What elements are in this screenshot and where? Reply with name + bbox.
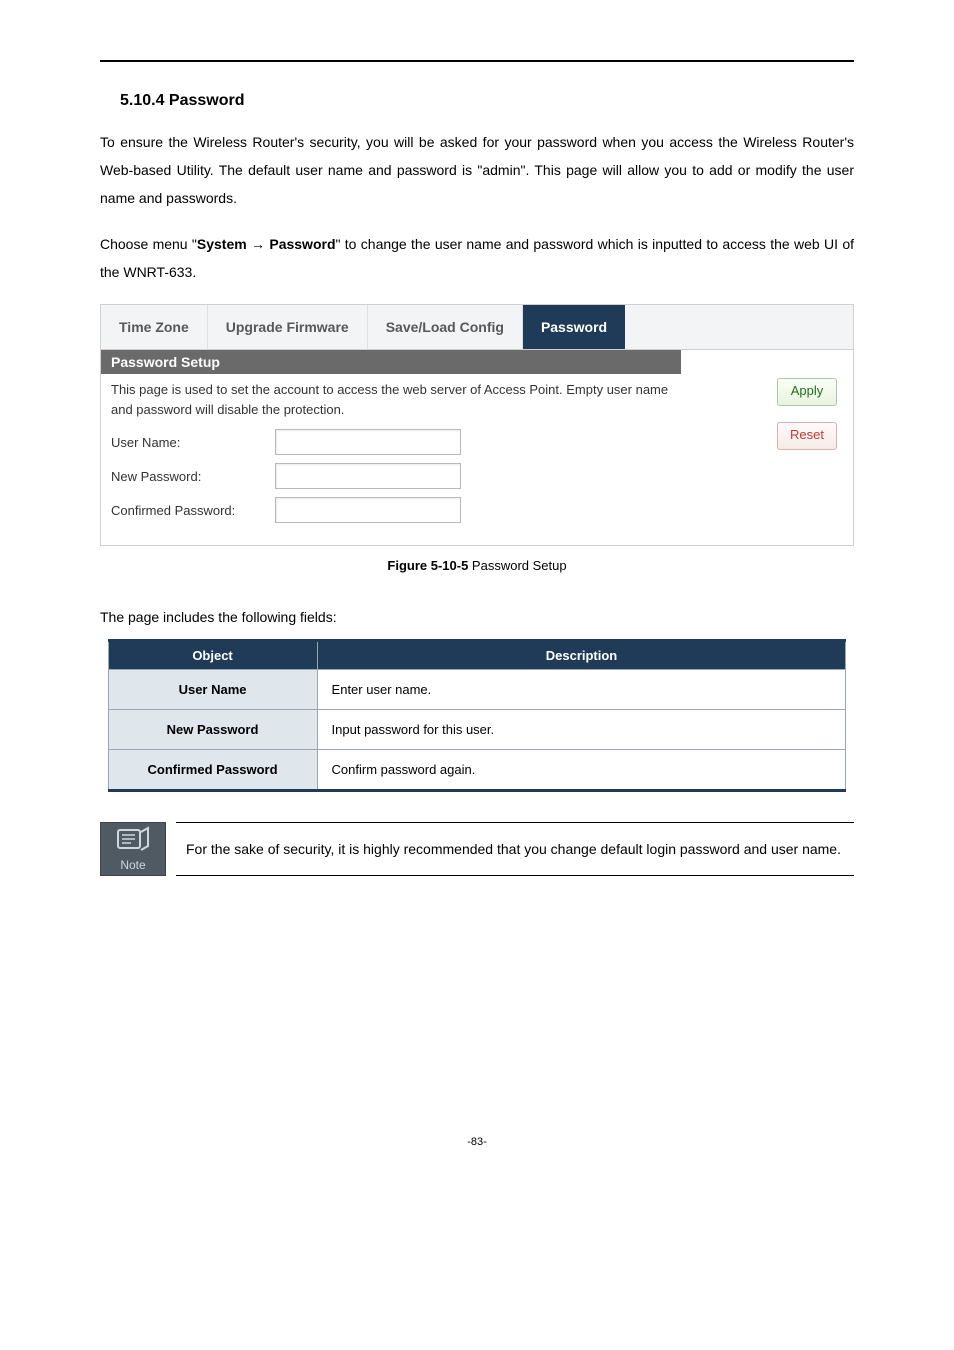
new-password-input[interactable] — [275, 463, 461, 489]
cell-description: Enter user name. — [317, 670, 846, 710]
intro-paragraph-1: To ensure the Wireless Router's security… — [100, 128, 854, 212]
reset-button[interactable]: Reset — [777, 422, 837, 450]
p2-password: Password — [269, 236, 335, 252]
apply-button[interactable]: Apply — [777, 378, 837, 406]
arrow-icon: → — [247, 236, 270, 252]
fields-intro: The page includes the following fields: — [100, 603, 854, 631]
top-rule — [100, 60, 854, 62]
page-number: -83- — [100, 1136, 854, 1148]
confirmed-password-input[interactable] — [275, 497, 461, 523]
confirmed-password-label: Confirmed Password: — [111, 503, 261, 518]
figure-number: Figure 5-10-5 — [387, 558, 468, 573]
intro-paragraph-2: Choose menu "System → Password" to chang… — [100, 230, 854, 286]
figure-caption: Figure 5-10-5 Password Setup — [100, 558, 854, 573]
table-row: New Password Input password for this use… — [108, 710, 846, 750]
new-password-label: New Password: — [111, 469, 261, 484]
th-description: Description — [317, 641, 846, 670]
tab-save-load-config[interactable]: Save/Load Config — [368, 305, 523, 349]
panel-title: Password Setup — [101, 350, 681, 374]
tab-password[interactable]: Password — [523, 305, 625, 349]
note-block: Note For the sake of security, it is hig… — [100, 822, 854, 876]
tab-upgrade-firmware[interactable]: Upgrade Firmware — [208, 305, 368, 349]
panel-description: This page is used to set the account to … — [111, 380, 671, 419]
cell-description: Input password for this user. — [317, 710, 846, 750]
user-name-input[interactable] — [275, 429, 461, 455]
p2-system: System — [197, 236, 247, 252]
password-setup-screenshot: Time Zone Upgrade Firmware Save/Load Con… — [100, 304, 854, 546]
p2-a: Choose menu " — [100, 236, 197, 252]
section-heading: 5.10.4 Password — [120, 92, 854, 110]
tab-time-zone[interactable]: Time Zone — [101, 305, 208, 349]
note-text: For the sake of security, it is highly r… — [186, 835, 841, 863]
th-object: Object — [108, 641, 317, 670]
fields-table: Object Description User Name Enter user … — [108, 639, 847, 792]
user-name-label: User Name: — [111, 435, 261, 450]
tab-bar: Time Zone Upgrade Firmware Save/Load Con… — [101, 305, 853, 350]
cell-object: New Password — [108, 710, 317, 750]
cell-object: Confirmed Password — [108, 750, 317, 791]
cell-description: Confirm password again. — [317, 750, 846, 791]
table-row: User Name Enter user name. — [108, 670, 846, 710]
table-row: Confirmed Password Confirm password agai… — [108, 750, 846, 791]
note-icon: Note — [100, 822, 166, 876]
cell-object: User Name — [108, 670, 317, 710]
figure-title: Password Setup — [468, 558, 566, 573]
note-label: Note — [120, 858, 145, 872]
